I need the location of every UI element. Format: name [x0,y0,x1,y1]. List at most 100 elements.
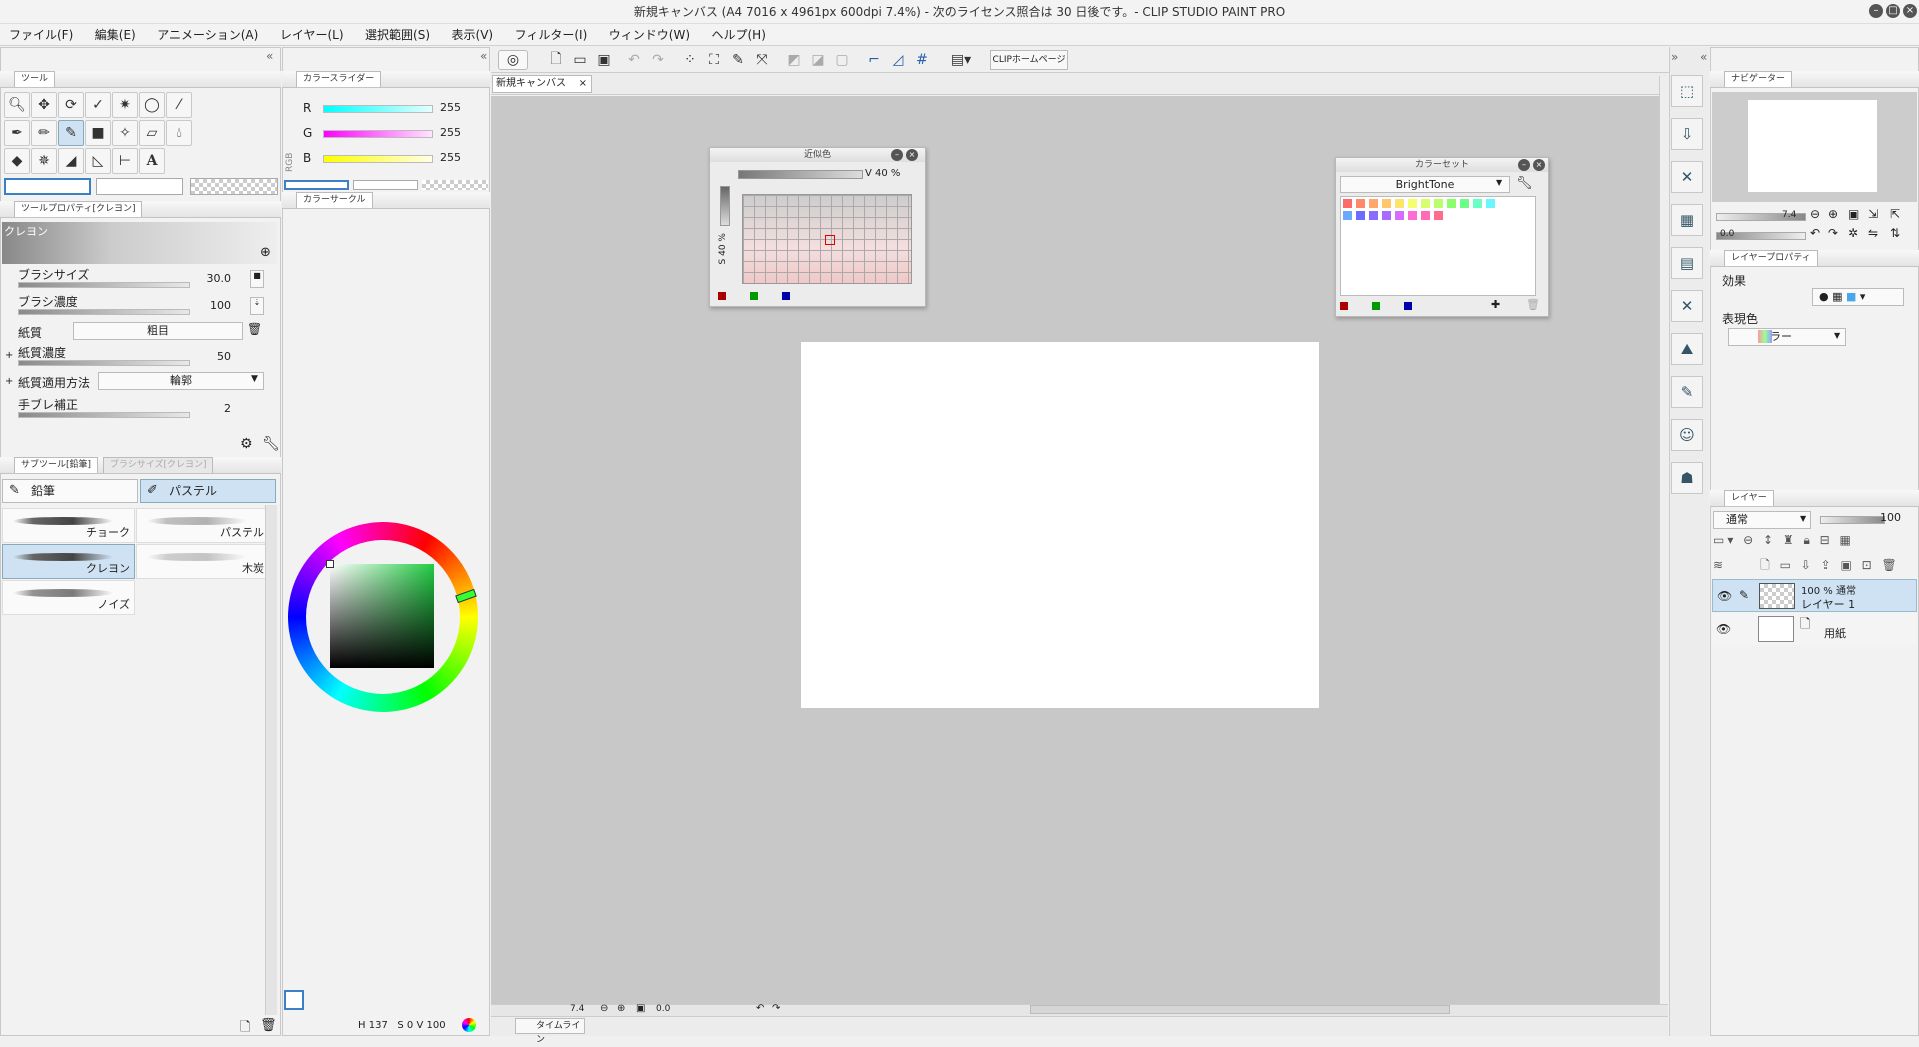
current-color-swatch[interactable] [284,990,304,1010]
transform-icon[interactable]: ⁘ [680,50,700,70]
opacity-slider[interactable] [1820,516,1885,524]
rotate-right-icon[interactable]: ↷ [1828,226,1838,240]
fill-tool-icon[interactable]: ✎ [728,50,748,70]
eraser-icon[interactable]: ▱ [139,120,165,146]
color-set-swatch[interactable] [1381,210,1392,221]
close-window-icon[interactable]: × [906,149,918,161]
reset-rotation-icon[interactable]: ✲ [1848,226,1858,240]
zoom-out-icon[interactable]: ⊖ [600,1003,608,1014]
r-value[interactable]: 255 [440,101,461,114]
menu-window[interactable]: ウィンドウ(W) [600,24,699,46]
material-pose-icon[interactable]: ☗ [1671,462,1703,494]
layer-tab-label[interactable]: レイヤー [1724,490,1774,506]
color-set-swatches[interactable] [1340,196,1536,296]
tab-close-icon[interactable]: × [579,76,587,92]
timeline-tab[interactable]: タイムライン [515,1018,585,1045]
rotate-tool-icon[interactable]: ⟳ [58,92,84,118]
text-tool-icon[interactable]: A [139,148,165,174]
menu-help[interactable]: ヘルプ(H) [703,24,775,46]
color-set-swatch[interactable] [1355,198,1366,209]
r-slider[interactable] [323,105,433,113]
color-slider-label[interactable]: カラースライダー [296,71,382,87]
stabilization-value[interactable]: 2 [205,402,231,415]
special-ruler-snap-icon[interactable]: ◿ [888,50,908,70]
redo-icon[interactable]: ↷ [648,50,668,70]
transparent-mini[interactable] [422,180,488,190]
sv-cursor[interactable] [326,560,334,568]
material-manga-icon[interactable]: ✎ [1671,376,1703,408]
stabilization-slider[interactable] [18,412,190,418]
brush-size-value[interactable]: 30.0 [205,272,232,285]
subtool-pastel[interactable]: パステル [136,508,269,543]
zoom-in-icon[interactable]: ⊕ [1828,207,1838,221]
sub-color-swatch[interactable] [96,178,183,195]
layer-property-label[interactable]: レイヤープロパティ [1724,250,1818,266]
paper-layer-row[interactable]: 👁︎ 🗋 用紙 [1712,613,1917,645]
subtool-charcoal[interactable]: 木炭 [136,544,269,579]
brush-density-settings-icon[interactable]: ⇣ [250,297,264,315]
material-pattern-icon[interactable]: ▦ [1671,204,1703,236]
auto-select-icon[interactable]: ✷ [112,92,138,118]
expand-icon[interactable]: + [5,376,13,387]
invert-selection-icon[interactable]: ◪ [808,50,828,70]
minimize-window-icon[interactable]: – [1518,159,1530,171]
ruler-snap-icon[interactable]: ⌐ [864,50,884,70]
s-slider[interactable] [720,186,730,226]
new-subtool-icon[interactable]: 🗋 [240,1018,250,1040]
fit-window-icon[interactable]: ⇱ [1890,207,1900,221]
airbrush-icon[interactable]: ✧ [112,120,138,146]
red-swatch[interactable] [718,292,726,300]
open-file-icon[interactable]: ▭ [570,50,590,70]
g-value[interactable]: 255 [440,126,461,139]
color-set-swatch[interactable] [1433,210,1444,221]
blend-tool-icon[interactable]: 💧︎ [166,120,192,146]
color-set-swatch[interactable] [1472,198,1483,209]
tool-property-label[interactable]: ツールプロパティ[クレヨン] [14,201,143,217]
flip-vertical-icon[interactable]: ⇅ [1890,226,1900,240]
color-mode-tabs[interactable]: RGB [285,92,299,172]
b-value[interactable]: 255 [440,151,461,164]
rotate-right-icon[interactable]: ↷ [772,1003,780,1014]
layer-command-icons[interactable]: ≋ 🗋 ▭ ⇩ ⇪ ▣ ⊡ 🗑︎ [1713,556,1913,576]
main-color-mini[interactable] [284,180,349,190]
figure-icon[interactable]: ◺ [85,148,111,174]
grid-snap-icon[interactable]: # [912,50,932,70]
layer-row[interactable]: 👁︎ ✎ 100 % 通常 レイヤー 1 [1712,579,1917,612]
minimize-icon[interactable]: – [1869,4,1883,18]
undo-icon[interactable]: ↶ [624,50,644,70]
wrench-icon[interactable]: 🔧︎ [262,436,280,452]
brush-size-slider[interactable] [18,282,190,288]
color-wheel-icon[interactable] [462,1018,476,1032]
color-set-swatch[interactable] [1368,210,1379,221]
menu-file[interactable]: ファイル(F) [0,24,82,46]
display-settings-icon[interactable]: ▤▾ [944,50,978,70]
brush-tool-icon[interactable]: ✎ [58,120,84,146]
collapse-right-icon[interactable]: « [1700,50,1707,64]
scale-icon[interactable]: ⤧ [752,50,772,70]
navigator-zoom-value[interactable]: 7.4 [1782,210,1796,220]
texture-density-value[interactable]: 50 [205,350,231,363]
menu-animation[interactable]: アニメーション(A) [148,24,267,46]
preview-zoom-icon[interactable]: ⊕ [260,245,271,260]
zoom-tool-icon[interactable]: 🔍︎ [4,92,30,118]
canvas-paper[interactable] [801,342,1319,708]
fit-icon[interactable]: ▣ [1848,207,1859,221]
fill-tool-icon[interactable]: ■ [85,120,111,146]
color-set-swatch[interactable] [1407,210,1418,221]
save-icon[interactable]: ▣ [594,50,614,70]
color-set-swatch[interactable] [1342,210,1353,221]
subtool-group-pastel[interactable]: パステル [140,479,276,503]
g-slider[interactable] [323,130,433,138]
color-set-swatch[interactable] [1394,210,1405,221]
collapse-color-icon[interactable]: « [480,49,487,63]
navigator-rotate-value[interactable]: 0.0 [1720,229,1734,239]
close-window-icon[interactable]: × [1533,159,1545,171]
subtool-group-pencil[interactable]: 鉛筆 [2,479,138,503]
close-icon[interactable]: × [1903,4,1917,18]
color-set-swatch[interactable] [1342,198,1353,209]
material-tone-icon[interactable]: ✕ [1671,161,1703,193]
status-zoom-value[interactable]: 7.4 [570,1004,584,1014]
color-set-swatch[interactable] [1407,198,1418,209]
clip-studio-icon[interactable]: ◎ [498,50,528,70]
color-set-swatch[interactable] [1394,198,1405,209]
